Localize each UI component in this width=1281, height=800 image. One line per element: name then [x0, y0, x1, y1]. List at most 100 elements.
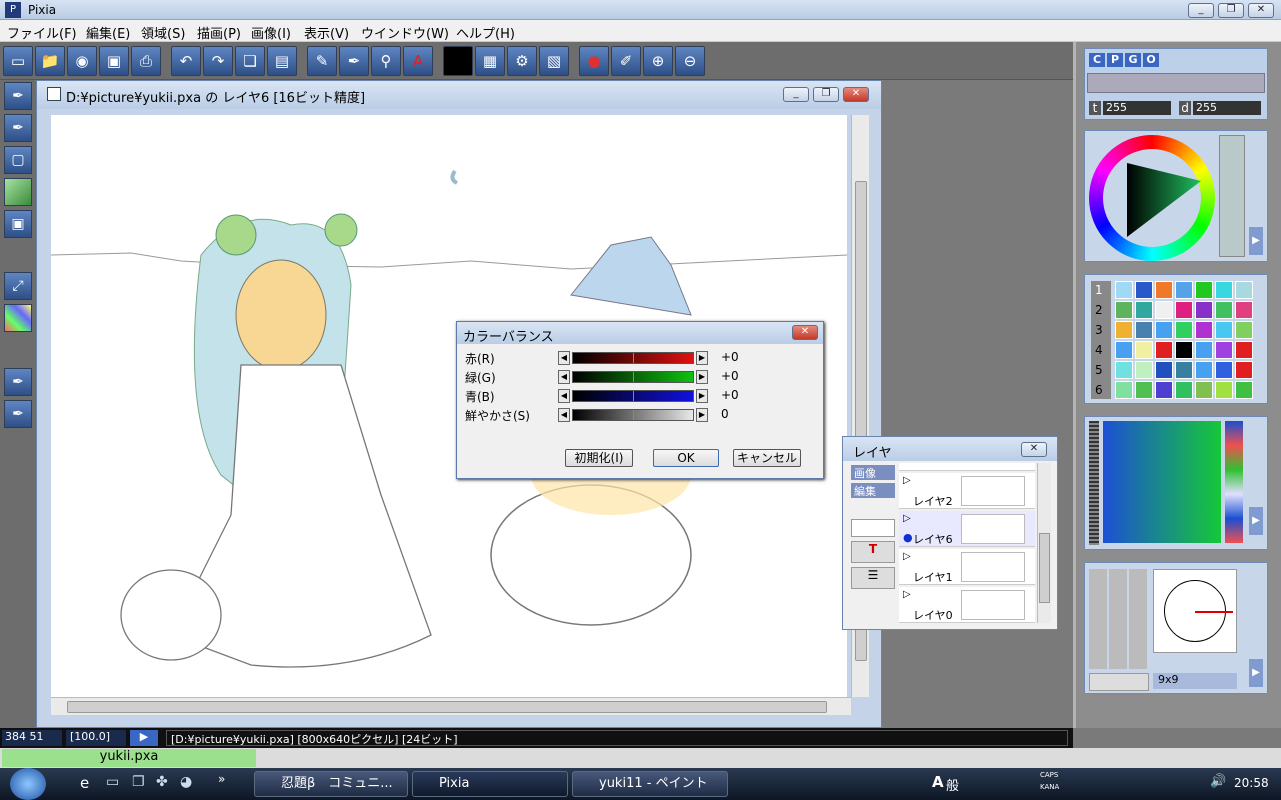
palette-swatch[interactable] [1155, 361, 1173, 379]
menu-view[interactable]: 表示(V) [304, 23, 349, 42]
palette-swatch[interactable] [1195, 381, 1213, 399]
tab-g[interactable]: G [1125, 53, 1141, 67]
gradient-slider[interactable] [1089, 421, 1099, 545]
brush-next-arrow[interactable]: ▶ [1249, 659, 1263, 687]
palette-swatch[interactable] [1175, 281, 1193, 299]
palette-swatch[interactable] [1155, 381, 1173, 399]
redo-button[interactable]: ↷ [203, 46, 233, 76]
zoom-in-icon[interactable]: ⊕ [643, 46, 673, 76]
gear-icon[interactable]: ⚙ [507, 46, 537, 76]
brush-tool-button[interactable]: ✒ [339, 46, 369, 76]
doc-restore-button[interactable]: ❐ [813, 87, 839, 102]
dialog-close-button[interactable]: ✕ [792, 325, 818, 340]
palette-swatch[interactable] [1215, 341, 1233, 359]
zoom-tool-button[interactable]: ⚲ [371, 46, 401, 76]
layer-row-3[interactable] [899, 463, 1035, 471]
pen-type-row[interactable] [1087, 73, 1265, 93]
palette-row-1[interactable]: 1 [1095, 283, 1103, 297]
palette-swatch[interactable] [1235, 341, 1253, 359]
edit-button[interactable]: ✐ [611, 46, 641, 76]
tab-o[interactable]: O [1143, 53, 1159, 67]
palette-swatch[interactable] [1135, 381, 1153, 399]
ball-icon[interactable]: ● [579, 46, 609, 76]
layer-visibility-icon[interactable]: ▷ [903, 475, 911, 486]
palette-swatches[interactable] [1115, 281, 1265, 399]
brush-angle-preview[interactable] [1153, 569, 1237, 653]
tab-c[interactable]: C [1089, 53, 1105, 67]
layer-row-6-active[interactable]: ▷ ● レイヤ6 [899, 511, 1035, 547]
grid-button[interactable]: ▦ [475, 46, 505, 76]
layer-list-icon[interactable]: ☰ [851, 567, 895, 589]
palette-swatch[interactable] [1115, 281, 1133, 299]
palette-swatch[interactable] [1155, 281, 1173, 299]
layer-visibility-icon[interactable]: ▷ [903, 589, 911, 600]
layer-scroll-thumb[interactable] [1039, 533, 1050, 603]
palette-swatch[interactable] [1195, 301, 1213, 319]
layer-row-1[interactable]: ▷ レイヤ1 [899, 549, 1035, 585]
palette-swatch[interactable] [1135, 281, 1153, 299]
menu-image[interactable]: 画像(I) [251, 23, 291, 42]
palette-swatch[interactable] [1175, 381, 1193, 399]
palette-swatch[interactable] [1115, 301, 1133, 319]
gradient-icon[interactable] [4, 178, 32, 206]
palette-swatch[interactable] [1215, 301, 1233, 319]
fill-rect-icon[interactable]: ▣ [4, 210, 32, 238]
palette-swatch[interactable] [1135, 361, 1153, 379]
layer-row-0[interactable]: ▷ レイヤ0 [899, 587, 1035, 623]
taskbar-item-pixia[interactable]: Pixia [412, 771, 568, 797]
menu-help[interactable]: ヘルプ(H) [456, 23, 515, 42]
gradient-next-arrow[interactable]: ▶ [1249, 507, 1263, 535]
palette-swatch[interactable] [1135, 341, 1153, 359]
open-folder-button[interactable]: 📁 [35, 46, 65, 76]
palette-swatch[interactable] [1195, 341, 1213, 359]
layer-edit-tab[interactable]: 編集 [851, 483, 895, 498]
restore-button[interactable]: ❐ [1218, 3, 1244, 18]
taskbar-item-browser[interactable]: 忍題β コミュニ... [254, 771, 408, 797]
eraser-icon[interactable]: ✒ [4, 400, 32, 428]
palette-row-5[interactable]: 5 [1095, 363, 1103, 377]
messenger-icon[interactable]: ◕ [180, 774, 192, 790]
minimize-button[interactable]: _ [1188, 3, 1214, 18]
palette-swatch[interactable] [1175, 361, 1193, 379]
palette-swatch[interactable] [1115, 341, 1133, 359]
palette-swatch[interactable] [1215, 361, 1233, 379]
green-slider[interactable]: ◀ ▶ [558, 370, 710, 384]
pen-icon[interactable]: ✒ [4, 82, 32, 110]
red-slider[interactable]: ◀ ▶ [558, 351, 710, 365]
start-button[interactable] [10, 768, 46, 800]
save-button[interactable]: ▣ [99, 46, 129, 76]
blue-left-arrow[interactable]: ◀ [558, 389, 570, 403]
layer-row-2[interactable]: ▷ レイヤ2 [899, 473, 1035, 509]
desktop-icon[interactable]: ▭ [106, 774, 119, 790]
palette-swatch[interactable] [1115, 381, 1133, 399]
horizontal-scroll-thumb[interactable] [67, 701, 827, 713]
new-file-button[interactable]: ▭ [3, 46, 33, 76]
color-black-button[interactable] [443, 46, 473, 76]
palette-swatch[interactable] [1235, 281, 1253, 299]
palette-row-3[interactable]: 3 [1095, 323, 1103, 337]
expand-icon[interactable]: » [218, 772, 225, 786]
play-icon[interactable]: ▶ [130, 730, 158, 746]
ime-mode-indicator[interactable]: 般 [946, 775, 959, 794]
green-right-arrow[interactable]: ▶ [696, 370, 708, 384]
palette-swatch[interactable] [1215, 381, 1233, 399]
cancel-button[interactable]: キャンセル [733, 449, 801, 467]
taskbar-item-paint[interactable]: yuki11 - ペイント [572, 771, 728, 797]
quicklaunch-icon[interactable]: ✤ [156, 774, 168, 790]
palette-swatch[interactable] [1235, 321, 1253, 339]
zoom-out-icon[interactable]: ⊖ [675, 46, 705, 76]
palette-swatch[interactable] [1155, 321, 1173, 339]
palette-swatch[interactable] [1135, 301, 1153, 319]
brush-options-row[interactable] [1089, 673, 1149, 691]
ie-icon[interactable]: e [80, 774, 89, 792]
palette-swatch[interactable] [1115, 361, 1133, 379]
tab-p[interactable]: P [1107, 53, 1123, 67]
ime-a-indicator[interactable]: A [932, 773, 944, 791]
paste-button[interactable]: ▤ [267, 46, 297, 76]
color-wheel[interactable] [1089, 135, 1215, 261]
palette-row-4[interactable]: 4 [1095, 343, 1103, 357]
layer-button[interactable]: ▧ [539, 46, 569, 76]
rect-select-icon[interactable]: ▢ [4, 146, 32, 174]
menu-edit[interactable]: 編集(E) [86, 23, 130, 42]
close-button[interactable]: ✕ [1248, 3, 1274, 18]
